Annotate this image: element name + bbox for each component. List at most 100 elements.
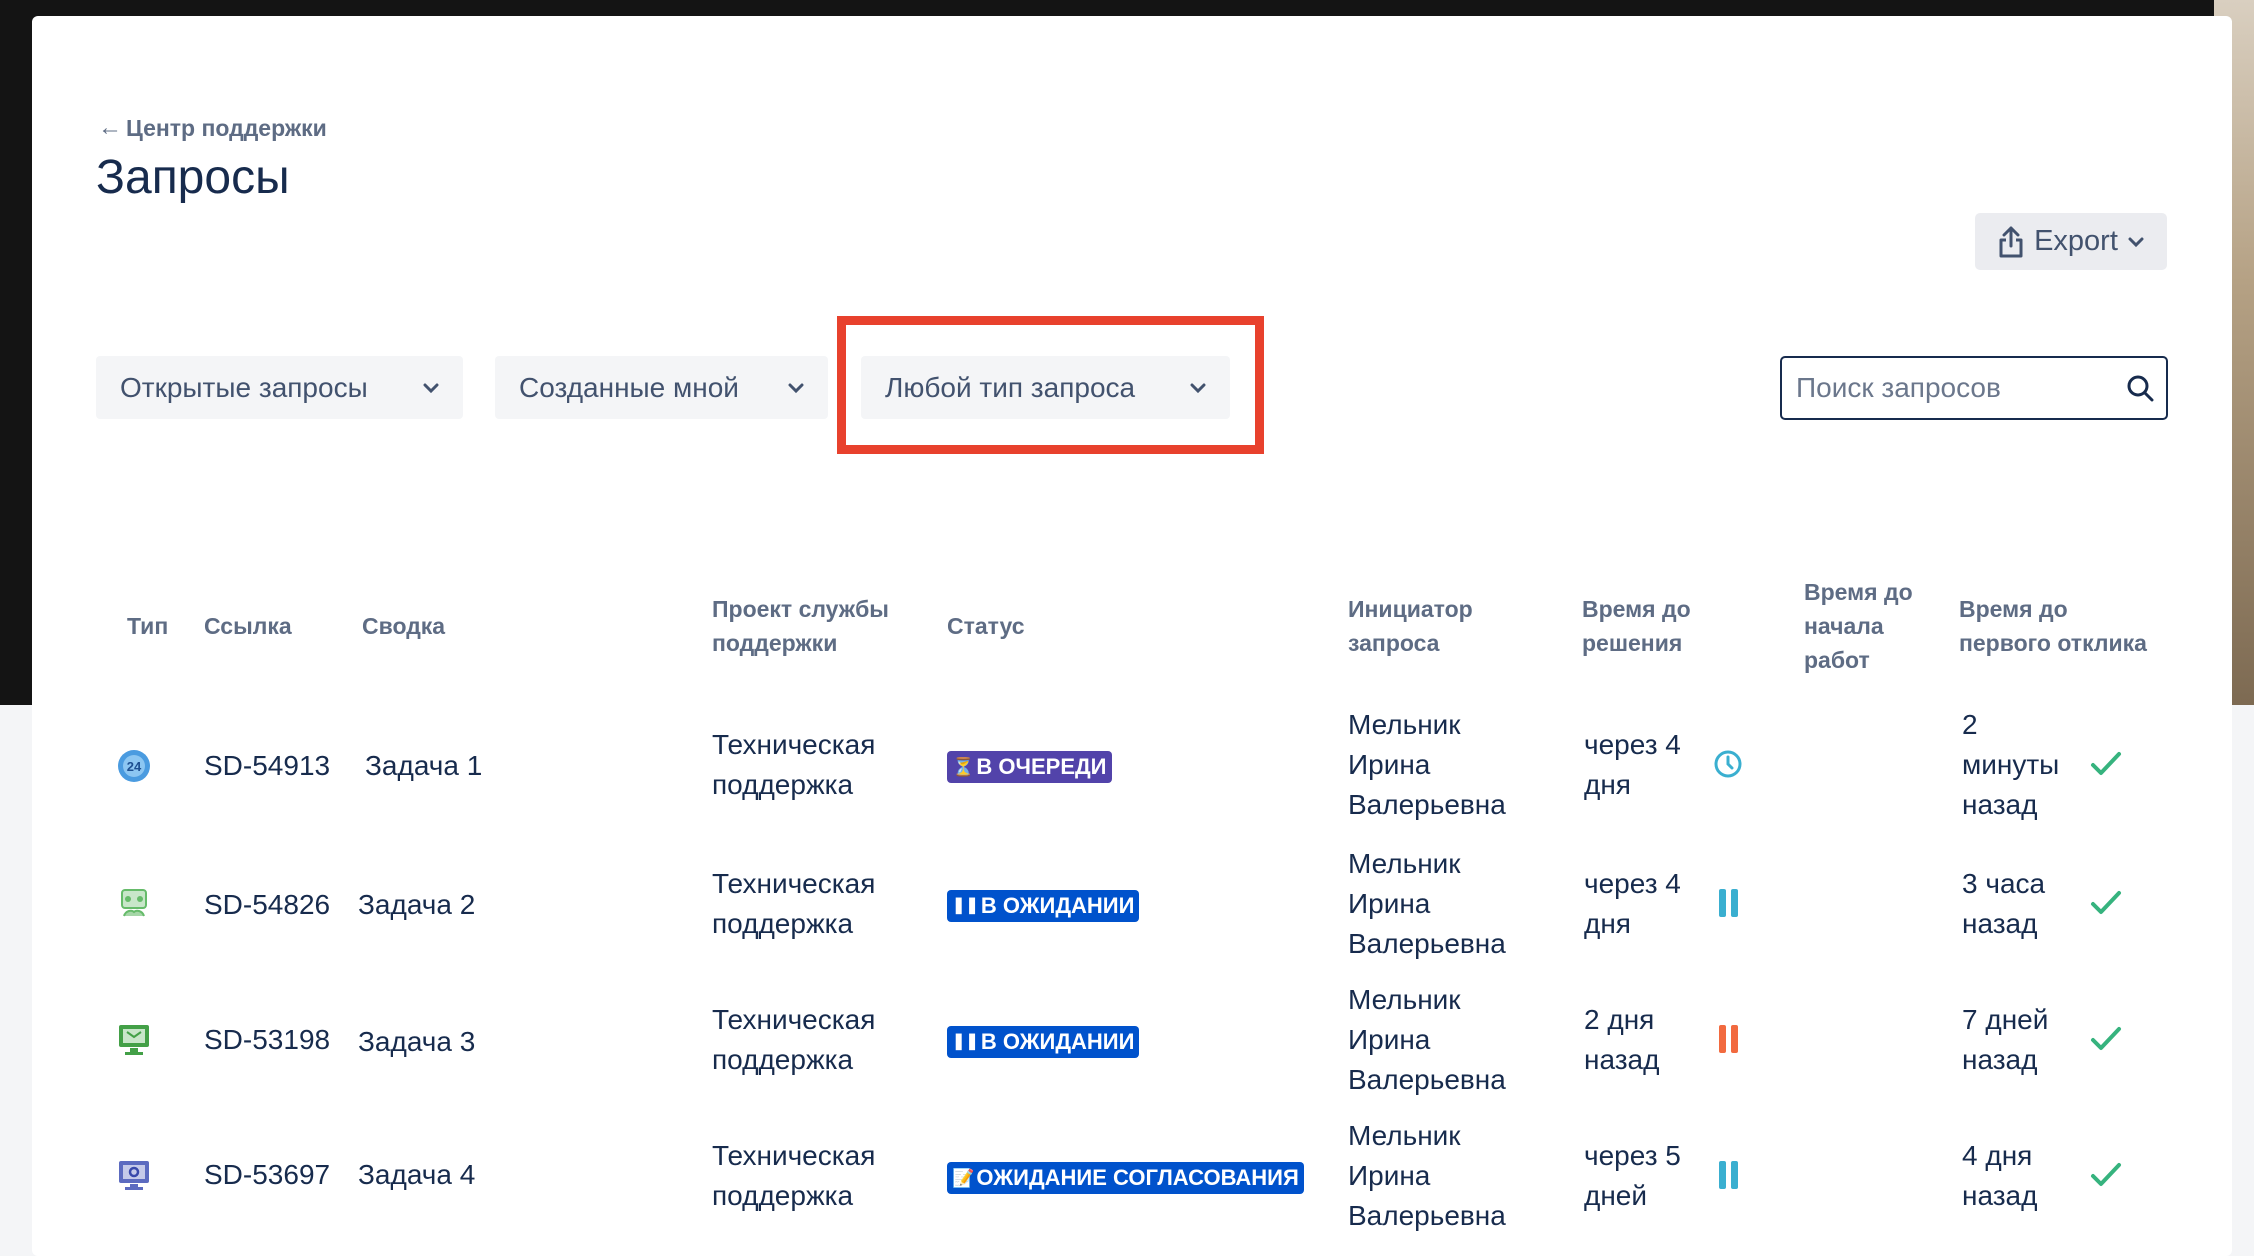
header-line: начала — [1804, 613, 1884, 639]
search-box[interactable] — [1780, 356, 2168, 420]
search-icon[interactable] — [2126, 374, 2154, 402]
pause-icon — [1718, 888, 1740, 923]
request-summary-link[interactable]: Задача 2 — [358, 885, 475, 925]
project-line: Техническая — [712, 729, 876, 760]
checkmark-icon — [2090, 750, 2122, 783]
status-lozenge: 📝 ОЖИДАНИЕ СОГЛАСОВАНИЯ — [947, 1162, 1304, 1194]
clock-icon — [1713, 749, 1743, 784]
column-header-time-to-resolution[interactable]: Время до решения — [1582, 592, 1691, 660]
column-header-type[interactable]: Тип — [127, 609, 168, 643]
project-line: Техническая — [712, 1004, 876, 1035]
header-line: Время до — [1959, 596, 2068, 622]
reporter-line: Валерьевна — [1348, 1064, 1506, 1095]
24-hour-support-icon: 24 — [116, 748, 152, 789]
reporter-line: Валерьевна — [1348, 928, 1506, 959]
status-lozenge: ❚❚ В ОЖИДАНИИ — [947, 1026, 1140, 1058]
time-to-first-response-value: 4 дня назад — [1962, 1136, 2037, 1216]
pause-icon — [1718, 1024, 1740, 1059]
header-line: Время до — [1804, 579, 1913, 605]
time-to-first-response-value: 2 минуты назад — [1962, 705, 2059, 825]
project-line: Техническая — [712, 1140, 876, 1171]
request-summary-link[interactable]: Задача 3 — [358, 1022, 475, 1062]
arrow-left-icon: ← — [98, 114, 122, 141]
column-header-status[interactable]: Статус — [947, 609, 1025, 643]
column-header-summary[interactable]: Сводка — [362, 609, 445, 643]
chevron-down-icon — [788, 383, 804, 393]
request-reference-link[interactable]: SD-53198 — [204, 1020, 330, 1060]
project-line: поддержка — [712, 908, 854, 939]
project-line: поддержка — [712, 1180, 854, 1211]
time-to-first-response-value: 7 дней назад — [1962, 1000, 2048, 1080]
back-link-label: Центр поддержки — [126, 114, 327, 141]
pause-icon — [1718, 1160, 1740, 1195]
time-to-resolution-value: через 5 дней — [1584, 1136, 1681, 1216]
reporter-line: Мельник — [1348, 1120, 1461, 1151]
project-name: Техническая поддержка — [712, 1136, 875, 1216]
checkmark-icon — [2090, 1025, 2122, 1058]
time-line: дня — [1584, 769, 1631, 800]
request-reference-link[interactable]: SD-54826 — [204, 885, 330, 925]
time-to-resolution-value: через 4 дня — [1584, 725, 1681, 805]
reporter-line: Мельник — [1348, 848, 1461, 879]
reporter-line: Ирина — [1348, 1160, 1431, 1191]
status-lozenge: ❚❚ В ОЖИДАНИИ — [947, 890, 1140, 922]
project-name: Техническая поддержка — [712, 725, 875, 805]
column-header-project[interactable]: Проект службы поддержки — [712, 592, 889, 660]
header-line: Проект службы — [712, 596, 889, 622]
highlight-frame — [837, 316, 1264, 454]
memo-icon: 📝 — [952, 1168, 975, 1188]
search-input[interactable] — [1794, 371, 2118, 405]
time-line: 2 — [1962, 709, 1978, 740]
svg-text:24: 24 — [127, 759, 142, 774]
time-to-first-response-value: 3 часа назад — [1962, 864, 2045, 944]
reporter-line: Ирина — [1348, 888, 1431, 919]
header-line: запроса — [1348, 630, 1440, 656]
owner-filter-dropdown[interactable]: Созданные мной — [495, 356, 828, 419]
header-line: Время до — [1582, 596, 1691, 622]
status-filter-dropdown[interactable]: Открытые запросы — [96, 356, 463, 419]
time-line: назад — [1584, 1044, 1660, 1075]
time-line: 4 дня — [1962, 1140, 2033, 1171]
request-summary-link[interactable]: Задача 1 — [365, 746, 482, 786]
time-to-resolution-value: через 4 дня — [1584, 864, 1681, 944]
time-line: назад — [1962, 908, 2038, 939]
time-line: через 4 — [1584, 729, 1681, 760]
time-line: дня — [1584, 908, 1631, 939]
status-label: ОЖИДАНИЕ СОГЛАСОВАНИЯ — [976, 1165, 1299, 1190]
page-title: Запросы — [96, 151, 290, 204]
project-name: Техническая поддержка — [712, 864, 875, 944]
request-reference-link[interactable]: SD-53697 — [204, 1155, 330, 1195]
status-label: В ОЧЕРЕДИ — [976, 754, 1107, 779]
time-line: назад — [1962, 789, 2038, 820]
reporter-line: Ирина — [1348, 749, 1431, 780]
column-header-time-to-start[interactable]: Время до начала работ — [1804, 575, 1913, 677]
reporter-line: Мельник — [1348, 709, 1461, 740]
share-icon — [1999, 226, 2023, 257]
header-line: решения — [1582, 630, 1683, 656]
header-line: первого отклика — [1959, 630, 2147, 656]
request-summary-link[interactable]: Задача 4 — [358, 1155, 475, 1195]
reporter-name: Мельник Ирина Валерьевна — [1348, 705, 1506, 825]
owner-filter-label: Созданные мной — [519, 371, 739, 403]
export-button[interactable]: Export — [1975, 213, 2167, 270]
column-header-reference[interactable]: Ссылка — [204, 609, 292, 643]
time-line: дней — [1584, 1180, 1648, 1211]
group-icon — [116, 886, 152, 927]
back-to-help-center-link[interactable]: ← Центр поддержки — [98, 114, 327, 142]
status-label: В ОЖИДАНИИ — [980, 1029, 1135, 1054]
header-line: поддержки — [712, 630, 838, 656]
chevron-down-icon — [2128, 237, 2144, 247]
status-label: В ОЖИДАНИИ — [980, 893, 1135, 918]
time-line: через 5 — [1584, 1140, 1681, 1171]
status-lozenge: ⏳ В ОЧЕРЕДИ — [947, 751, 1112, 783]
checkmark-icon — [2090, 889, 2122, 922]
reporter-line: Валерьевна — [1348, 1200, 1506, 1231]
project-line: поддержка — [712, 1044, 854, 1075]
time-line: назад — [1962, 1180, 2038, 1211]
column-header-time-to-first-response[interactable]: Время до первого отклика — [1959, 592, 2147, 660]
request-reference-link[interactable]: SD-54913 — [204, 746, 330, 786]
reporter-name: Мельник Ирина Валерьевна — [1348, 844, 1506, 964]
chevron-down-icon — [423, 383, 439, 393]
pause-icon: ❚❚ — [952, 897, 979, 914]
column-header-reporter[interactable]: Инициатор запроса — [1348, 592, 1473, 660]
